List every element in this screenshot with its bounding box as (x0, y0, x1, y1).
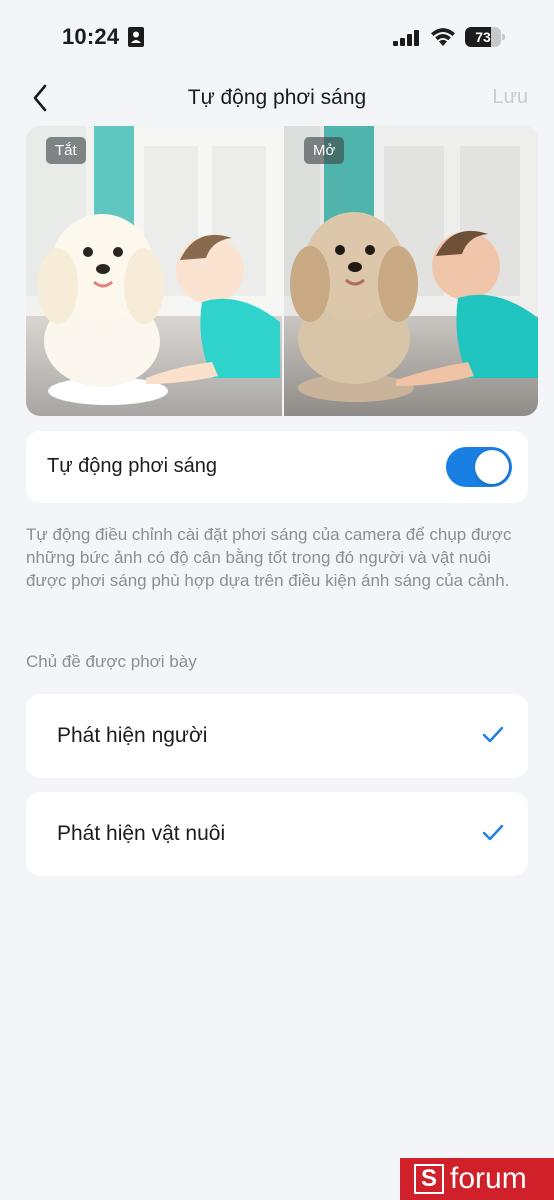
option-person-label: Phát hiện người (57, 724, 208, 747)
checkmark-icon (482, 726, 504, 743)
preview-exposure-on: Mở (282, 126, 538, 416)
subjects-section-title: Chủ đề được phơi bày (26, 652, 197, 671)
option-person-detection[interactable]: Phát hiện người (26, 694, 528, 778)
auto-exposure-row: Tự động phơi sáng (26, 431, 528, 503)
navigation-bar: Tự động phơi sáng Lưu (0, 76, 554, 120)
status-time: 10:24 (62, 24, 120, 49)
wifi-icon (430, 27, 456, 52)
option-pet-label: Phát hiện vật nuôi (57, 822, 226, 845)
id-card-icon (128, 27, 144, 52)
exposure-off-label: Tắt (46, 137, 86, 164)
sforum-logo-letter: S (414, 1164, 444, 1194)
battery-indicator: 73 (465, 27, 505, 47)
status-bar: 10:24 73 (0, 0, 554, 76)
battery-percentage: 73 (475, 29, 491, 45)
exposure-comparison-image: Tắt Mở (26, 126, 538, 416)
save-button[interactable]: Lưu (492, 86, 528, 109)
auto-exposure-toggle[interactable] (446, 447, 512, 487)
sforum-logo-text: forum (450, 1162, 527, 1195)
auto-exposure-label: Tự động phơi sáng (47, 455, 217, 477)
exposure-on-label: Mở (304, 137, 345, 164)
sforum-watermark-logo: S forum (400, 1158, 554, 1200)
preview-exposure-off: Tắt (26, 126, 282, 416)
auto-exposure-description: Tự động điều chỉnh cài đặt phơi sáng của… (26, 525, 512, 590)
option-pet-detection[interactable]: Phát hiện vật nuôi (26, 792, 528, 876)
toggle-knob (475, 450, 509, 484)
checkmark-icon (482, 824, 504, 841)
page-title: Tự động phơi sáng (187, 86, 367, 109)
cellular-signal-icon (393, 30, 419, 51)
